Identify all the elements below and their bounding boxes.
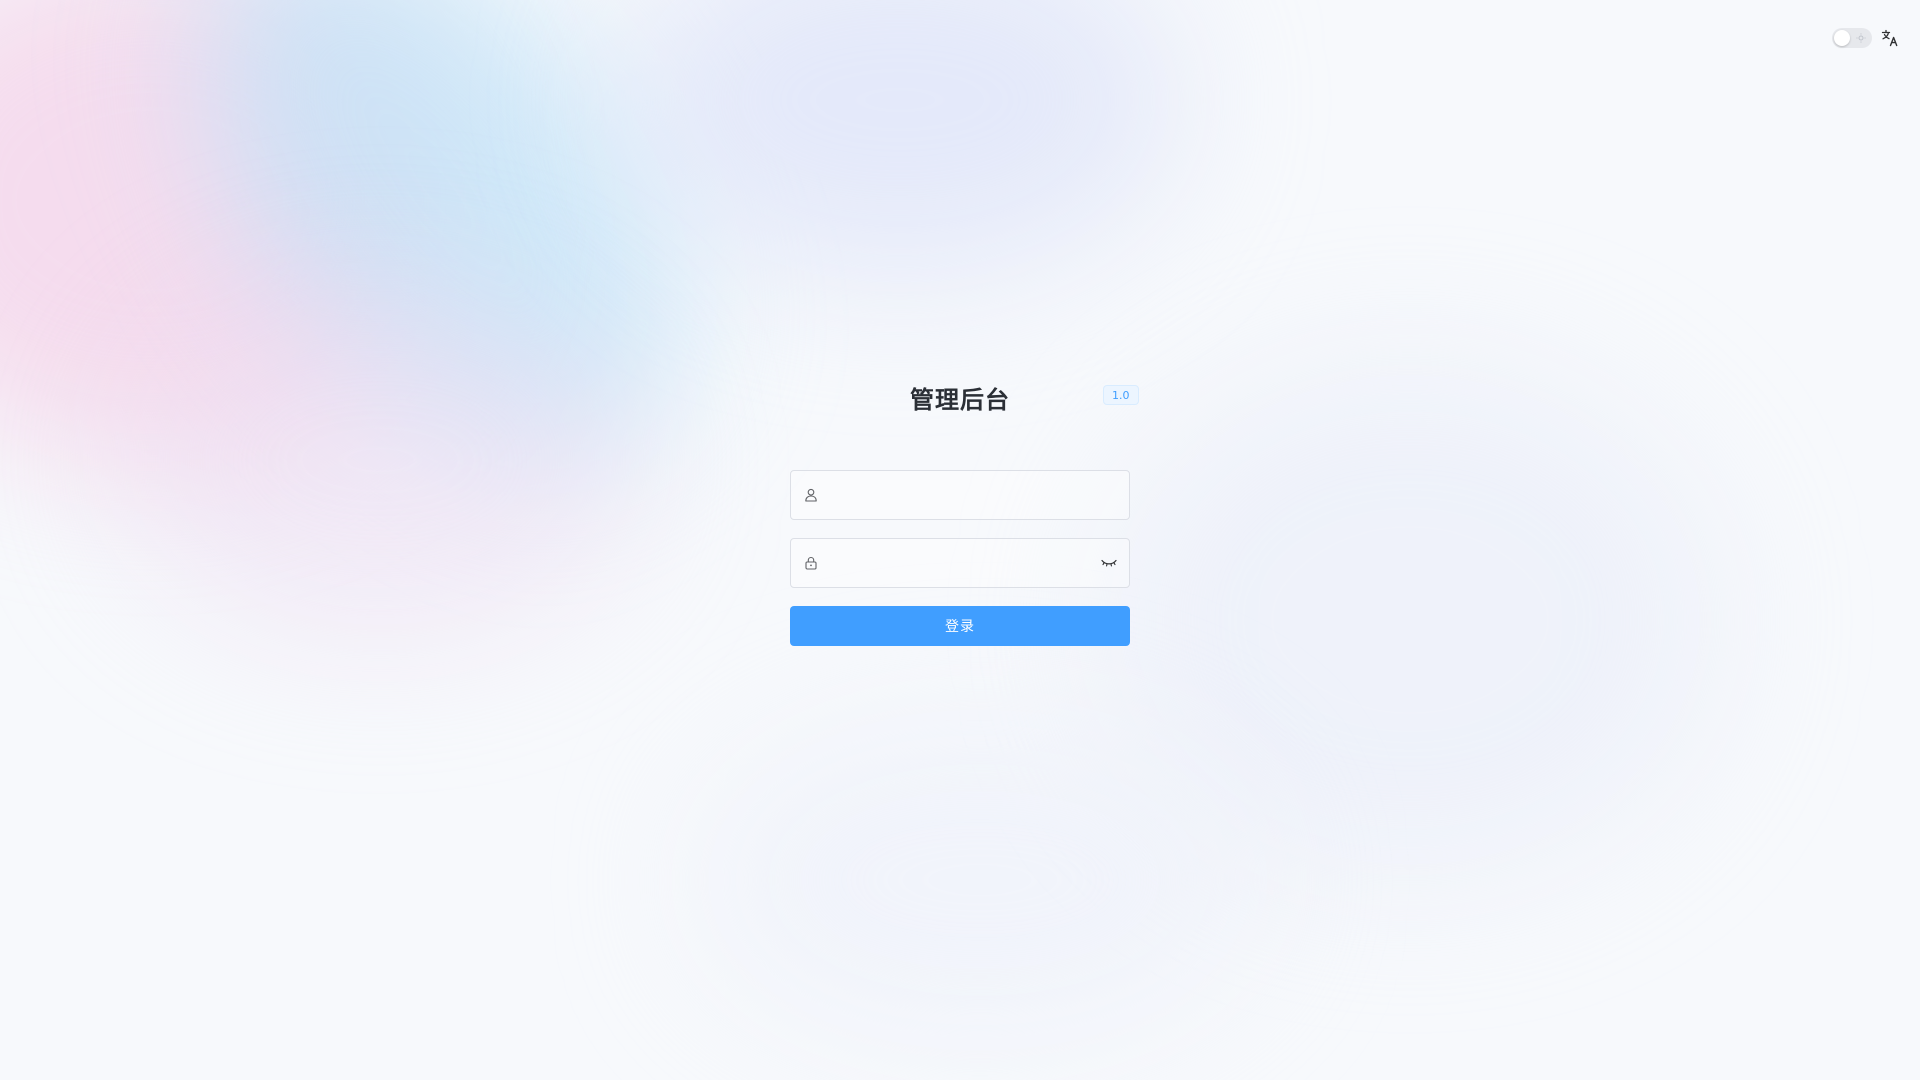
- dark-mode-toggle[interactable]: [1832, 28, 1872, 48]
- username-field[interactable]: [790, 470, 1130, 520]
- password-input[interactable]: [831, 540, 1089, 586]
- toggle-knob: [1834, 30, 1850, 46]
- translate-icon[interactable]: [1880, 28, 1900, 48]
- username-input[interactable]: [831, 472, 1129, 518]
- eye-closed-icon[interactable]: [1089, 539, 1129, 587]
- bg-blob: [700, 720, 1260, 1040]
- sun-icon: [1856, 33, 1866, 43]
- user-icon: [791, 471, 831, 519]
- top-toolbar: [1832, 28, 1900, 48]
- bg-blob: [620, 0, 1180, 280]
- bg-blob: [120, 280, 640, 640]
- lock-icon: [791, 539, 831, 587]
- page-title: 管理后台: [910, 386, 1010, 414]
- version-badge: 1.0: [1103, 385, 1139, 405]
- password-field[interactable]: [790, 538, 1130, 588]
- login-button[interactable]: 登录: [790, 606, 1130, 646]
- login-form: 管理后台 1.0 登录: [790, 380, 1139, 646]
- title-row: 管理后台 1.0: [790, 380, 1139, 420]
